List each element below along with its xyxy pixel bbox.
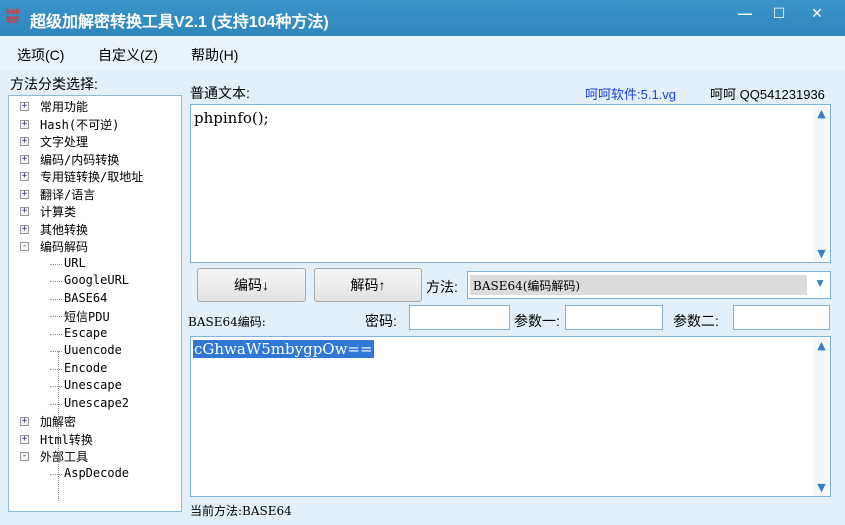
expand-icon[interactable]: + — [20, 224, 29, 234]
tree-line — [50, 368, 62, 370]
tree-node-label: GoogleURL — [64, 273, 130, 287]
input-label: 普通文本: — [190, 85, 250, 101]
expand-icon[interactable]: + — [20, 434, 29, 444]
tree-line — [50, 316, 62, 317]
tree-line — [50, 333, 62, 335]
tree-node-label: 专用链转换/取地址 — [40, 170, 144, 184]
input-scrollbar[interactable]: ▲ ▼ — [813, 105, 830, 262]
output-text[interactable]: cGhwaW5mbygpOw== — [193, 340, 374, 358]
tree-node-label: 计算类 — [40, 205, 77, 219]
method-select[interactable]: BASE64(编码解码) ▼ — [467, 271, 831, 299]
chevron-down-icon[interactable]: ▼ — [814, 276, 826, 290]
password-input[interactable] — [409, 305, 510, 330]
param1-label: 参数一: — [514, 313, 560, 329]
expand-icon[interactable]: + — [20, 102, 29, 111]
expand-icon[interactable]: + — [20, 189, 29, 199]
menu-custom[interactable]: 自定义(Z) — [98, 45, 158, 65]
expand-icon[interactable]: + — [20, 417, 29, 426]
input-textarea[interactable]: phpinfo(); ▲ ▼ — [190, 104, 831, 263]
close-button[interactable]: ✕ — [800, 0, 834, 26]
tree-line — [50, 351, 62, 352]
password-label: 密码: — [365, 313, 397, 329]
collapse-icon[interactable]: - — [20, 452, 29, 461]
expand-icon[interactable]: + — [20, 119, 29, 129]
tree-node-label: 其他转换 — [40, 222, 89, 237]
tree-line — [50, 298, 62, 300]
tree-node-label: Html转换 — [40, 432, 93, 447]
tree-line — [50, 386, 62, 387]
tree-node-label: Uuencode — [64, 343, 122, 357]
expand-icon[interactable]: + — [20, 172, 29, 181]
decode-button[interactable]: 解码↑ — [314, 268, 422, 302]
param2-label: 参数二: — [673, 313, 719, 329]
author-text: 呵呵 QQ541231936 — [710, 87, 825, 102]
tree-line — [50, 281, 62, 282]
tree-node-label: Unescape — [64, 378, 122, 392]
tree-node-label: Unescape2 — [64, 395, 130, 410]
expand-icon[interactable]: + — [20, 154, 29, 164]
title-bar: 5i68 软件 超级加解密转换工具V2.1 (支持104种方法) — ☐ ✕ — [0, 0, 845, 36]
tree-line — [50, 473, 62, 475]
maximize-button[interactable]: ☐ — [762, 0, 796, 26]
tree-node-label: Hash(不可逆) — [40, 117, 120, 132]
scroll-down-icon[interactable]: ▼ — [813, 247, 830, 260]
output-textarea[interactable]: cGhwaW5mbygpOw== ▲ ▼ — [190, 336, 831, 497]
tree-node-label: Encode — [64, 360, 108, 375]
output-scrollbar[interactable]: ▲ ▼ — [813, 337, 830, 496]
scroll-down-icon[interactable]: ▼ — [813, 481, 830, 494]
brand-text[interactable]: 呵呵软件:5.1.vg — [585, 84, 676, 103]
tree-line — [50, 403, 62, 405]
tree-line — [50, 263, 62, 265]
method-label: 方法: — [426, 279, 458, 295]
tree-node-label: 外部工具 — [40, 450, 89, 464]
method-tree[interactable]: + 常用功能 + Hash(不可逆) + 文字处理 + 编码/内码转换 + 专用链转换/取地址 + 翻… — [8, 95, 182, 512]
tree-node-label: BASE64 — [64, 290, 108, 305]
tree-node-label: 加解密 — [40, 415, 77, 429]
window-title: 超级加解密转换工具V2.1 (支持104种方法) — [30, 14, 329, 31]
tree-node-label: AspDecode — [64, 465, 130, 480]
param2-input[interactable] — [733, 305, 830, 330]
encode-button[interactable]: 编码↓ — [197, 268, 306, 302]
tree-node-label: 翻译/语言 — [40, 187, 96, 202]
tree-node-label: Escape — [64, 325, 108, 340]
sidebar-label: 方法分类选择: — [10, 76, 98, 92]
scroll-up-icon[interactable]: ▲ — [813, 339, 830, 352]
method-value: BASE64(编码解码) — [470, 275, 807, 295]
app-logo-icon: 5i68 软件 — [6, 9, 20, 24]
menu-bar: 选项(C) 自定义(Z) 帮助(H) — [0, 36, 845, 70]
tree-node-label: URL — [64, 255, 86, 270]
tree-node-label: 编码/内码转换 — [40, 152, 120, 167]
menu-options[interactable]: 选项(C) — [17, 45, 64, 65]
collapse-icon[interactable]: - — [20, 242, 29, 251]
output-label: BASE64编码: — [188, 315, 266, 329]
scroll-up-icon[interactable]: ▲ — [813, 107, 830, 120]
tree-node-label: 编码解码 — [40, 240, 89, 254]
minimize-button[interactable]: — — [728, 0, 762, 26]
status-text: 当前方法:BASE64 — [190, 504, 292, 518]
tree-node-label: 常用功能 — [40, 100, 89, 114]
menu-help[interactable]: 帮助(H) — [191, 45, 238, 65]
expand-icon[interactable]: + — [20, 207, 29, 216]
tree-node-label: 文字处理 — [40, 135, 89, 149]
param1-input[interactable] — [565, 305, 663, 330]
input-text[interactable]: phpinfo(); — [191, 105, 830, 131]
expand-icon[interactable]: + — [20, 137, 29, 146]
tree-node-label: 短信PDU — [64, 310, 110, 324]
